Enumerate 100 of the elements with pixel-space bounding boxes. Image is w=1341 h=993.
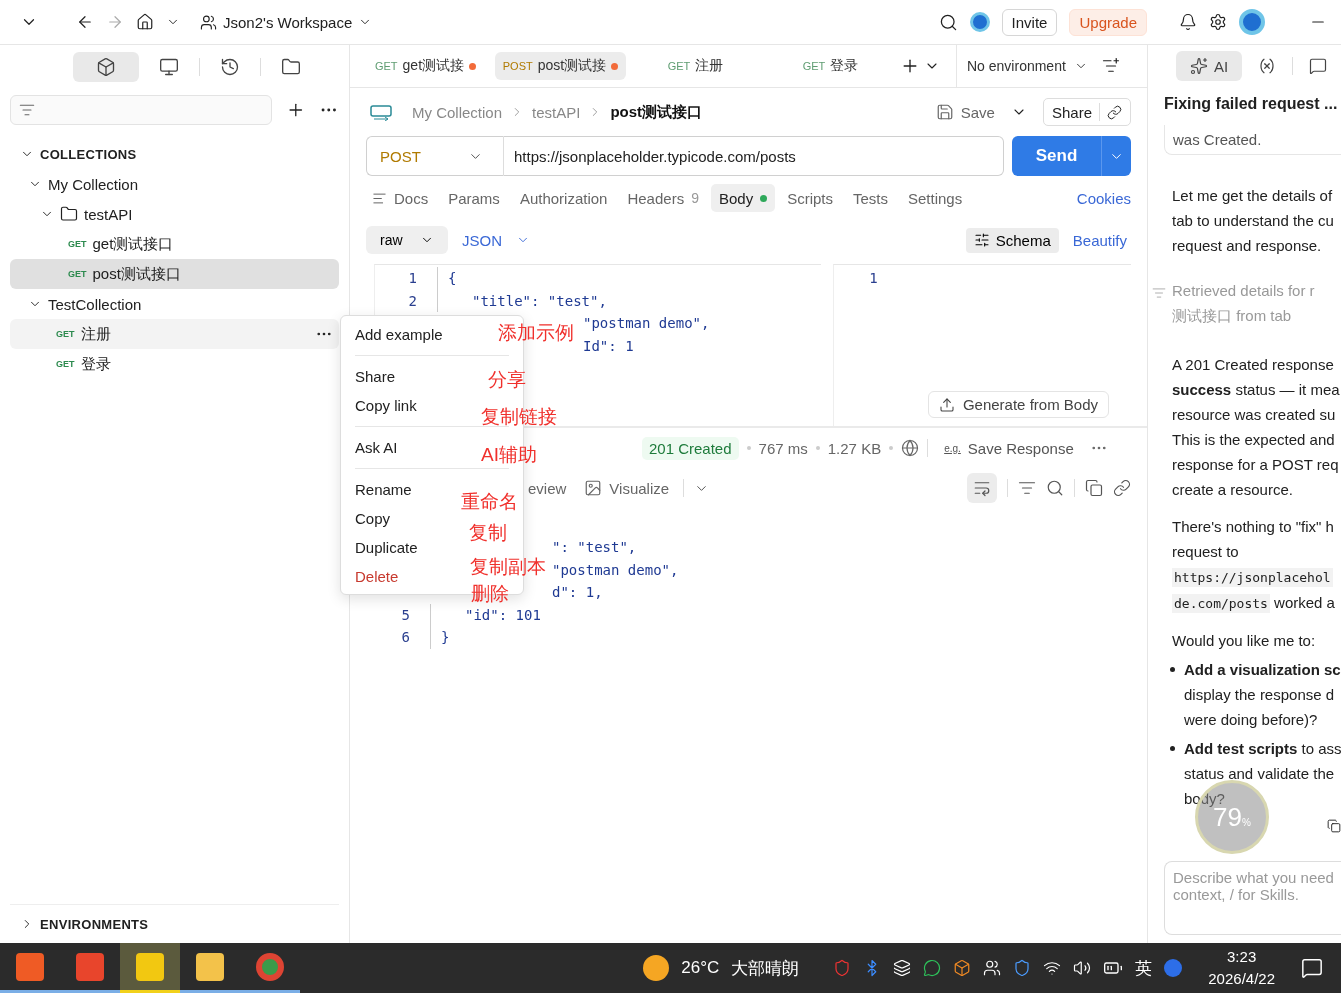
- chat-message: A 201 Created response success status — it mea resource was created su This is the expected and response for a POST req create a resource.: [1171, 355, 1341, 500]
- request-section-tab[interactable]: Settings: [900, 184, 971, 212]
- code-text: }: [441, 629, 450, 646]
- filter-icon[interactable]: [1018, 479, 1036, 497]
- save-button[interactable]: Save: [927, 98, 1003, 126]
- app-tray-icon[interactable]: [953, 959, 972, 977]
- bell-icon[interactable]: [1179, 13, 1197, 31]
- schema-button[interactable]: Schema: [965, 227, 1059, 253]
- section-header[interactable]: COLLECTIONS: [0, 139, 157, 169]
- avatar-icon[interactable]: [969, 12, 990, 32]
- request-item[interactable]: GET get测试接口: [10, 229, 339, 259]
- request-section-tab[interactable]: Scripts: [779, 184, 841, 212]
- search-icon[interactable]: [938, 12, 958, 32]
- response-view-tab[interactable]: Visualize: [580, 474, 674, 502]
- save-response-button[interactable]: e.g. Save Response: [936, 434, 1082, 462]
- request-name: 登录: [80, 354, 111, 374]
- collection-item[interactable]: My Collection: [10, 169, 339, 199]
- sparkle-icon: [1189, 57, 1208, 75]
- box-icon: [96, 57, 116, 77]
- generate-button[interactable]: Generate from Body: [927, 391, 1109, 418]
- cookies-link[interactable]: Cookies: [1076, 189, 1131, 207]
- menu-item[interactable]: Rename: [355, 475, 412, 504]
- request-tab[interactable]: GET get测试接: [360, 52, 491, 80]
- copy-icon[interactable]: [1327, 819, 1341, 833]
- environment-select[interactable]: No environment: [956, 45, 1098, 87]
- back-icon[interactable]: [76, 13, 94, 31]
- format-select[interactable]: JSON: [462, 231, 530, 249]
- save-icon: [935, 103, 954, 121]
- folder-item[interactable]: testAPI: [10, 199, 339, 229]
- invite-button[interactable]: Invite: [1001, 8, 1058, 36]
- breadcrumb-link[interactable]: My Collection: [412, 103, 503, 121]
- menu-item[interactable]: Delete: [355, 562, 399, 591]
- collections-tab[interactable]: [73, 52, 139, 82]
- request-tab[interactable]: POST post测试接: [495, 52, 626, 80]
- home-icon[interactable]: [136, 13, 154, 31]
- beautify-link[interactable]: Beautify: [1072, 231, 1127, 249]
- response-view-tab[interactable]: eview: [524, 474, 571, 502]
- filter-icon: [19, 102, 35, 118]
- annotation-text: 复制副本: [470, 556, 546, 578]
- collection-name: My Collection: [48, 175, 139, 193]
- request-section-tab[interactable]: Tests: [845, 184, 896, 212]
- body-mode-select[interactable]: raw: [366, 226, 448, 254]
- link-icon[interactable]: [1113, 479, 1131, 497]
- menu-item[interactable]: Copy: [355, 504, 391, 533]
- tray-icon[interactable]: [893, 959, 912, 977]
- copy-icon[interactable]: [1085, 479, 1103, 497]
- request-item[interactable]: GET 注册: [10, 319, 339, 349]
- settings-icon[interactable]: [1209, 13, 1227, 31]
- request-section-tab[interactable]: Authorization: [511, 184, 616, 212]
- workspace-button[interactable]: Json2's Workspace: [200, 13, 373, 31]
- response-size: 1.27 KB: [827, 439, 882, 457]
- notification-icon[interactable]: [1301, 957, 1323, 979]
- request-tab[interactable]: GET 注册: [630, 52, 761, 80]
- annotation-text: 分享: [488, 369, 526, 391]
- request-item[interactable]: GET post测试接口: [10, 259, 339, 289]
- method-select[interactable]: POST: [366, 136, 504, 176]
- section-header[interactable]: ENVIRONMENTS: [10, 909, 159, 939]
- menu-item[interactable]: Ask AI: [355, 433, 398, 462]
- breadcrumb-link[interactable]: testAPI: [532, 103, 581, 121]
- annotation-text: 删除: [471, 583, 509, 605]
- method-label: GET: [56, 329, 75, 339]
- search-icon[interactable]: [1046, 479, 1064, 497]
- users-icon: [200, 13, 217, 31]
- code-text: "title": "test",: [472, 292, 607, 309]
- message-card: was Created.: [1164, 125, 1341, 155]
- chat-message: Let me get the details of tab to understand the cu request and response.: [1171, 186, 1335, 256]
- request-section-tab[interactable]: Body: [710, 184, 776, 212]
- request-name: 注册: [80, 324, 111, 344]
- search-field[interactable]: [10, 95, 272, 125]
- url-field[interactable]: https://jsonplaceholder.typicode.com/posts: [504, 136, 1004, 176]
- request-section-tab[interactable]: Params: [440, 184, 508, 212]
- ai-tab[interactable]: AI: [1176, 51, 1242, 81]
- volume-icon[interactable]: [1073, 959, 1092, 977]
- shield-icon[interactable]: [1013, 959, 1032, 977]
- chat-title: Fixing failed request ...: [1163, 94, 1339, 113]
- line-number: 6: [400, 629, 410, 646]
- powerbi-app-icon[interactable]: [120, 943, 180, 993]
- clock[interactable]: 3:23 2026/4/22: [1208, 946, 1275, 990]
- tray-icon[interactable]: [983, 959, 1002, 977]
- code-text: "id": 101: [465, 606, 541, 623]
- chat-tray-icon[interactable]: [923, 959, 942, 977]
- menu-item[interactable]: Add example: [355, 320, 443, 349]
- request-section-tab[interactable]: Headers 9: [619, 184, 707, 212]
- app-tray-icon[interactable]: [833, 959, 852, 977]
- share-button[interactable]: Share: [1042, 98, 1131, 126]
- menu-item[interactable]: Share: [355, 362, 396, 391]
- collection-item[interactable]: TestCollection: [10, 289, 339, 319]
- menu-item[interactable]: Duplicate: [355, 533, 418, 562]
- request-item[interactable]: GET 登录: [10, 349, 339, 379]
- globe-icon[interactable]: [901, 439, 920, 457]
- annotation-text: 复制: [469, 522, 507, 544]
- request-section-tab[interactable]: Docs: [364, 184, 437, 212]
- avatar-icon[interactable]: [1239, 9, 1265, 35]
- request-tab[interactable]: GET 登录: [765, 52, 896, 80]
- wrap-button[interactable]: [967, 473, 997, 503]
- menu-item[interactable]: Copy link: [355, 391, 417, 420]
- chat-input[interactable]: Describe what you need context, / for Skills.: [1164, 861, 1341, 935]
- input-method-text[interactable]: 英: [1135, 956, 1153, 980]
- line-number: 2: [407, 292, 417, 309]
- upgrade-button[interactable]: Upgrade: [1069, 8, 1147, 36]
